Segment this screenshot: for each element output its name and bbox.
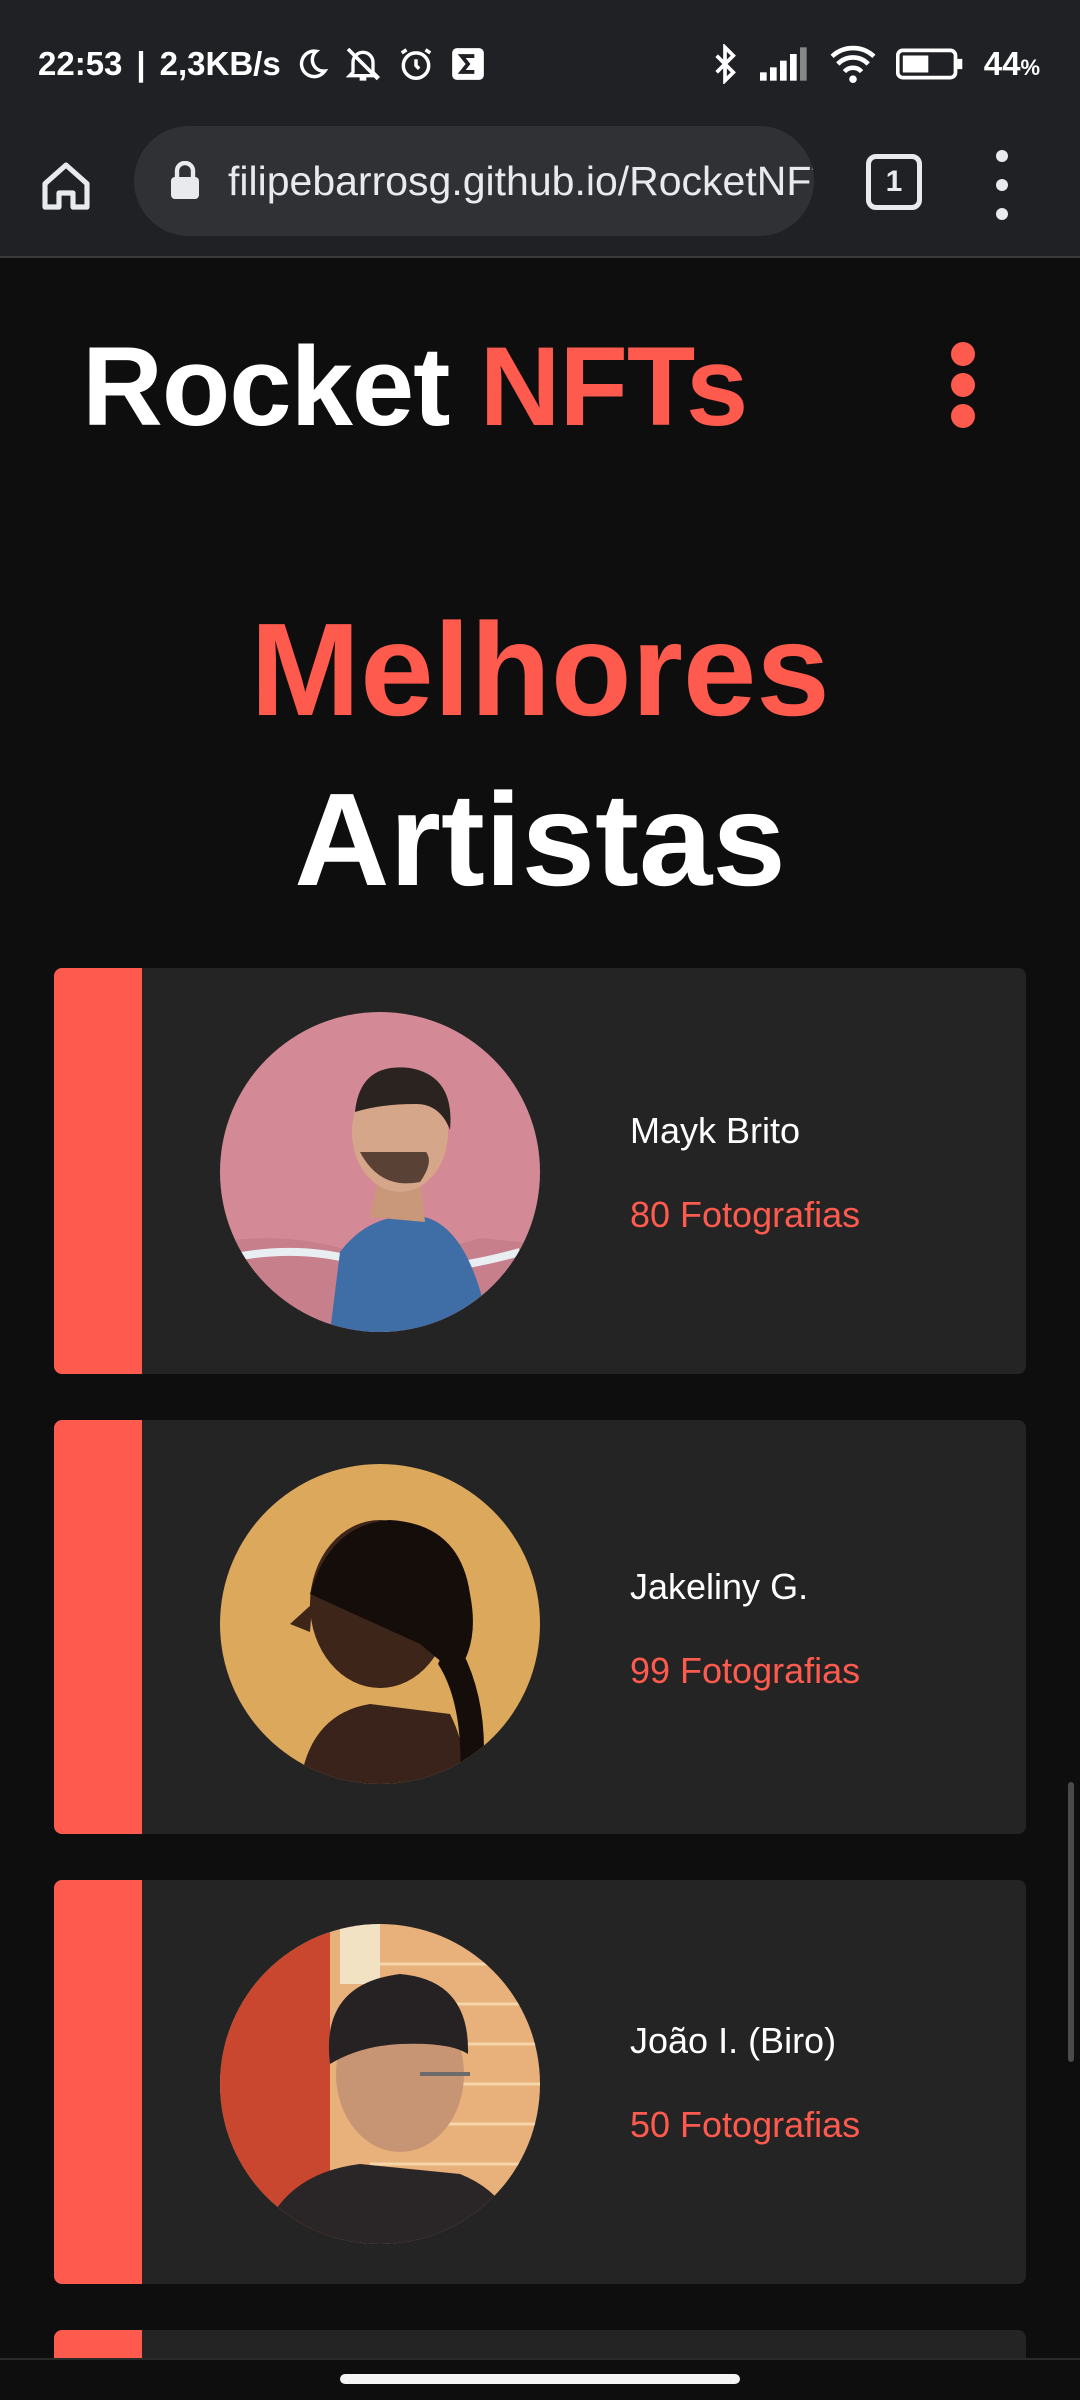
artist-name: Mayk Brito [630, 1110, 801, 1151]
status-left: 22:53 | 2,3KB/s [38, 40, 487, 88]
site-logo[interactable]: Rocket NFTs [82, 322, 749, 451]
artist-photo-count: 99 Fotografias [630, 1650, 861, 1691]
artist-avatar [220, 1464, 540, 1784]
artist-card[interactable]: Jakeliny G. 99 Fotografias [54, 1420, 1026, 1834]
status-time: 22:53 [38, 45, 123, 82]
status-separator: | [136, 45, 146, 82]
home-button[interactable] [34, 154, 98, 218]
scrollbar[interactable] [1068, 1782, 1074, 2062]
bluetooth-icon [710, 44, 740, 84]
artist-photo-count: 50 Fotografias [630, 2104, 861, 2145]
sigma-icon [449, 45, 487, 83]
status-bar: 22:53 | 2,3KB/s 44% [0, 0, 1080, 124]
wifi-icon [830, 45, 876, 83]
artist-card[interactable]: Mayk Brito 80 Fotografias [54, 968, 1026, 1374]
artist-avatar [220, 1012, 540, 1332]
address-bar[interactable]: filipebarrosg.github.io/RocketNFTs [134, 126, 814, 236]
overflow-menu-icon[interactable] [990, 150, 1014, 220]
url-text: filipebarrosg.github.io/RocketNFTs [228, 157, 814, 204]
artist-name: Jakeliny G. [630, 1566, 809, 1607]
status-network-speed: 2,3KB/s [159, 45, 281, 82]
hero-title-line2: Artistas [294, 766, 786, 913]
battery-icon [895, 47, 964, 81]
page-menu-icon[interactable] [948, 342, 978, 428]
tab-count: 1 [885, 165, 903, 198]
gesture-navigation-bar [0, 2358, 1080, 2400]
card-accent-stripe [54, 968, 142, 1374]
mute-icon [343, 44, 383, 84]
battery-percent: 44% [983, 45, 1040, 82]
artist-name: João I. (Biro) [630, 2020, 837, 2061]
status-right: 44% [710, 40, 1040, 88]
home-gesture-pill[interactable] [340, 2374, 740, 2384]
lock-icon [171, 161, 199, 199]
hero-title-line1: Melhores [250, 596, 830, 743]
moon-icon [295, 47, 329, 81]
logo-accent-text: NFTs [479, 324, 749, 449]
signal-icon [759, 47, 810, 81]
artist-avatar [220, 1924, 540, 2244]
browser-toolbar: filipebarrosg.github.io/RocketNFTs 1 [0, 124, 1080, 258]
tab-switcher-button[interactable]: 1 [866, 154, 922, 210]
logo-main-text: Rocket [82, 324, 480, 449]
home-icon [42, 162, 90, 210]
alarm-icon [397, 45, 435, 83]
card-accent-stripe [54, 1880, 142, 2284]
card-accent-stripe [54, 1420, 142, 1834]
artist-photo-count: 80 Fotografias [630, 1194, 861, 1235]
artist-card[interactable]: João I. (Biro) 50 Fotografias [54, 1880, 1026, 2284]
